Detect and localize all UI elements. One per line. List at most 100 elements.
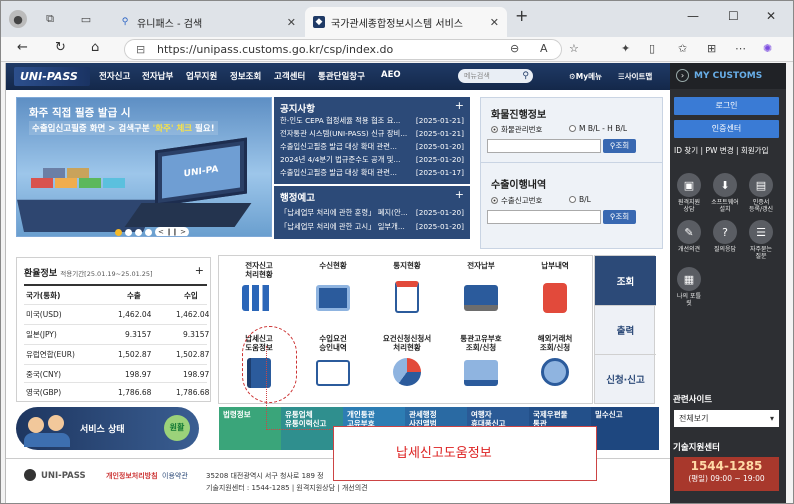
my-portlet-link[interactable]: ▦ 나의 포틀 릿	[672, 267, 706, 307]
refresh-icon[interactable]: ↻	[55, 40, 66, 55]
banner-subtitle: 수출입신고필증 화면 > 검색구분 '화주' 체크 필요!	[29, 121, 218, 135]
menu-single-window[interactable]: 통관단일창구	[318, 70, 365, 82]
close-icon[interactable]: ✕	[490, 16, 499, 29]
service-status-label: 서비스 상태	[80, 425, 125, 435]
preview-item[interactable]: 「납세업무 처리에 관한 훈령」 폐지(안... [2025-01-20]	[280, 208, 464, 218]
side-tab-inquiry[interactable]: 조회	[595, 256, 656, 305]
related-sites-select[interactable]: 전체보기 ▾	[674, 410, 779, 427]
svc-customs-code[interactable]: 통관고유부호 조회/신청	[445, 334, 517, 386]
tab-actions-icon[interactable]: ▭	[77, 10, 95, 28]
side-tab-print[interactable]: 출력	[595, 305, 656, 354]
svc-import-approval[interactable]: 수입요건 승인내역	[297, 334, 369, 386]
unipass-logo[interactable]: UNI-PASS	[14, 67, 90, 86]
account-links[interactable]: ID 찾기 | PW 변경 | 회원가입	[674, 145, 768, 156]
menu-support[interactable]: 업무지원	[186, 70, 217, 82]
more-icon[interactable]: ⋯	[735, 42, 746, 55]
remote-support-link[interactable]: ▣ 원격지원 상담	[672, 173, 706, 213]
favorite-icon[interactable]: ☆	[569, 42, 579, 55]
banner-dot[interactable]	[145, 228, 152, 236]
notice-item[interactable]: 수출입신고필증 발급 대상 확대 관련... [2025-01-20]	[280, 142, 464, 152]
notice-text: 2024년 4/4분기 법규준수도 공개 및...	[280, 155, 401, 164]
notice-item[interactable]: 전자통관 시스템(UNI-PASS) 신규 장비... [2025-01-21]	[280, 129, 464, 139]
svc-e-payment[interactable]: 전자납부	[445, 261, 517, 311]
svc-overseas-partner[interactable]: 해외거래처 조회/신청	[519, 334, 591, 386]
menu-aeo[interactable]: AEO	[381, 70, 401, 80]
cargo-radio-mgmt[interactable]: 화물관리번호	[491, 124, 542, 135]
banner-play-pause[interactable]: < ❙❙ >	[155, 227, 189, 236]
banner-dot[interactable]	[115, 228, 122, 236]
svc-payment-history[interactable]: 납부내역	[519, 261, 591, 313]
sitemap-link[interactable]: ☰사이트맵	[618, 71, 652, 82]
read-aloud-icon[interactable]: A	[540, 42, 548, 55]
minimize-icon[interactable]: —	[687, 9, 699, 23]
improvement-link[interactable]: ✎ 개선의견	[672, 220, 706, 253]
promo-banner[interactable]: 화주 직접 필증 발급 시 수출입신고필증 화면 > 검색구분 '화주' 체크 …	[16, 97, 272, 237]
my-customs-header: › MY CUSTOMS	[670, 63, 786, 89]
preview-item[interactable]: 「납세업무 처리에 관한 고시」 일부개... [2025-01-20]	[280, 222, 464, 232]
svc-e-filing-status[interactable]: 전자신고 처리현황	[223, 261, 295, 311]
related-select-value: 전체보기	[679, 414, 709, 423]
exchange-row: 중국(CNY) 198.97 198.97	[24, 364, 209, 384]
svc-notice-status[interactable]: 통지현황	[371, 261, 443, 313]
window-close-icon[interactable]: ✕	[766, 9, 776, 23]
favorites-bar-icon[interactable]: ✩	[678, 42, 687, 55]
export-search-button[interactable]: ⚲조회	[603, 210, 636, 224]
svc-receipt-status[interactable]: 수신현황	[297, 261, 369, 311]
collections-icon[interactable]: ⊞	[707, 42, 716, 55]
url-input[interactable]: ⊟ https://unipass.customs.go.kr/csp/inde…	[124, 39, 562, 60]
extensions-icon[interactable]: ✦	[621, 42, 630, 55]
cargo-radio-bl[interactable]: M B/L - H B/L	[569, 124, 627, 133]
menu-customer-center[interactable]: 고객센터	[274, 70, 305, 82]
profile-icon[interactable]: ●	[9, 10, 27, 28]
cert-center-button[interactable]: 인증센터	[674, 120, 779, 138]
export-number-input[interactable]	[487, 210, 601, 224]
tab-search[interactable]: ⚲ 유니패스 - 검색 ✕	[111, 9, 304, 35]
notice-more-icon[interactable]: +	[455, 99, 464, 112]
qna-link[interactable]: ? 질의응답	[708, 220, 742, 253]
my-menu-link[interactable]: ⚙My메뉴	[569, 71, 602, 82]
notice-item[interactable]: 한-인도 CEPA 협정세율 적용 협조 요... [2025-01-21]	[280, 116, 464, 126]
export-radio-bl[interactable]: B/L	[569, 195, 591, 204]
software-install-link[interactable]: ⬇ 소프트웨어 설치	[708, 173, 742, 213]
portlet-icon: ▦	[677, 267, 701, 291]
new-tab-icon[interactable]: +	[515, 6, 528, 25]
tab-unipass[interactable]: ◆ 국가관세종합정보시스템 서비스 ✕	[305, 7, 507, 37]
cargo-search-button[interactable]: ⚲조회	[603, 139, 636, 153]
notice-item[interactable]: 수출입신고필증 발급 대상 확대 관련... [2025-01-17]	[280, 168, 464, 178]
close-icon[interactable]: ✕	[287, 16, 296, 29]
faq-link[interactable]: ☰ 자주묻는 질문	[744, 220, 778, 260]
preview-more-icon[interactable]: +	[455, 188, 464, 201]
certificate-link[interactable]: ▤ 인증서 등록/갱신	[744, 173, 778, 213]
home-icon[interactable]: ⌂	[91, 40, 99, 55]
exchange-row: 일본(JPY) 9.3157 9.3157	[24, 324, 209, 344]
search-icon[interactable]: ⚲	[522, 69, 529, 83]
workspaces-icon[interactable]: ⧉	[41, 10, 59, 28]
privacy-link[interactable]: 개인정보처리방침	[106, 471, 158, 481]
maximize-icon[interactable]: ☐	[728, 9, 739, 23]
my-customs-title: MY CUSTOMS	[694, 71, 763, 81]
split-screen-icon[interactable]: ▯	[649, 42, 655, 55]
side-tab-apply[interactable]: 신청·신고	[595, 354, 656, 403]
export-radio-decl[interactable]: 수출신고번호	[491, 195, 542, 206]
menu-e-filing[interactable]: 전자신고	[99, 70, 130, 82]
menu-inquiry[interactable]: 정보조회	[230, 70, 261, 82]
menu-search-input[interactable]: 메뉴검색 ⚲	[458, 69, 533, 83]
login-button[interactable]: 로그인	[674, 97, 779, 115]
chevron-right-icon[interactable]: ›	[676, 69, 689, 82]
site-info-icon[interactable]: ⊟	[136, 40, 145, 59]
terms-link[interactable]: 이용약관	[162, 471, 188, 481]
banner-dot[interactable]	[125, 228, 132, 236]
exchange-more-icon[interactable]: +	[195, 264, 204, 277]
notice-item[interactable]: 2024년 4/4분기 법규준수도 공개 및... [2025-01-20]	[280, 155, 464, 165]
export-rate: 1,502.87	[118, 350, 152, 359]
service-status-badge: 원활	[164, 415, 190, 441]
menu-e-payment[interactable]: 전자납부	[142, 70, 173, 82]
zoom-icon[interactable]: ⊖	[510, 42, 519, 55]
banner-dot[interactable]	[135, 228, 142, 236]
back-icon[interactable]: ←	[17, 40, 28, 55]
currency: 미국(USD)	[26, 310, 62, 319]
strip-smuggling-report[interactable]: 밀수신고	[591, 407, 659, 450]
copilot-icon[interactable]: ✺	[763, 42, 772, 55]
svc-requirement-application[interactable]: 요건신청신청서 처리현황	[371, 334, 443, 386]
cargo-number-input[interactable]	[487, 139, 601, 153]
